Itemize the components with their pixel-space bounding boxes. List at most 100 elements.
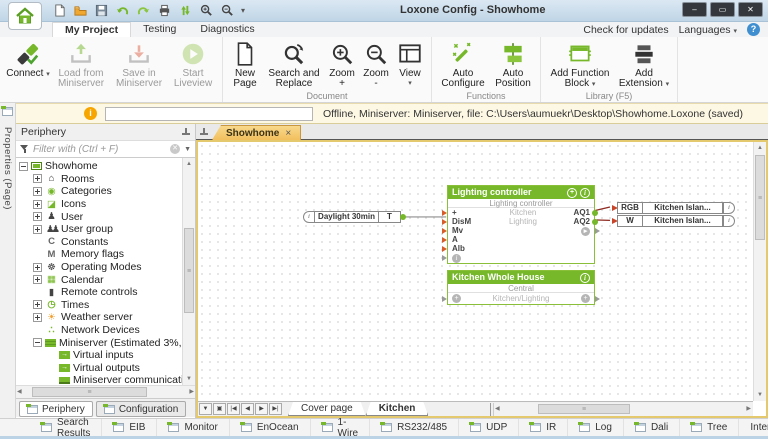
tree-vertical-scrollbar[interactable]: ▲ ≡ ▼ [182,158,195,385]
expand-icon[interactable] [33,263,42,272]
canvas-vertical-scrollbar[interactable]: ▲ ≡ ▼ [753,142,766,401]
tab-tree[interactable]: Tree [680,419,739,436]
properties-page-vertical-tab[interactable]: Properties (Page) [2,127,13,210]
input-port[interactable] [442,246,447,252]
scrollbar-thumb[interactable]: ≡ [755,155,765,240]
tree-filter[interactable]: Filter with (Ctrl + F) ✕ ▼ [16,141,195,158]
output-port[interactable] [592,210,598,216]
tree-item-operating-modes[interactable]: Operating Modes [16,261,182,274]
tree-item-memory-flags[interactable]: Memory flags [16,248,182,261]
circle-info-icon[interactable] [452,254,461,263]
scroll-up-icon[interactable]: ▲ [183,158,195,170]
tree-item-user[interactable]: User [16,210,182,223]
connect-button[interactable]: Connect ▾ [4,40,52,81]
infobar-input[interactable] [105,107,313,121]
tree-item-user-group[interactable]: User group [16,223,182,236]
chevron-down-icon[interactable]: ▼ [184,146,191,153]
close-tab-icon[interactable]: × [285,128,291,139]
scroll-left-icon[interactable]: ◀ [495,404,500,415]
tab-udp[interactable]: UDP [459,419,519,436]
circle-plus-icon[interactable] [567,188,577,198]
next-page-icon[interactable]: ▶ [255,403,268,415]
prev-page-icon[interactable]: ◀ [241,403,254,415]
tree-item-miniserver-communication[interactable]: Miniserver communication [16,374,182,385]
expand-icon[interactable] [33,200,42,209]
circle-plus-icon[interactable] [581,294,590,303]
tab-rs232-485[interactable]: RS232/485 [370,419,459,436]
clear-filter-icon[interactable]: ✕ [170,144,180,154]
scrollbar-thumb[interactable]: ≡ [32,387,147,397]
page-menu-icon[interactable]: ▼ [199,403,212,415]
load-from-miniserver-button[interactable]: Load from Miniserver [52,40,110,90]
tree-item-calendar[interactable]: Calendar [16,273,182,286]
circle-info-icon[interactable] [580,273,590,283]
search-replace-button[interactable]: Search and Replace [263,40,325,90]
tab-internorm[interactable]: Internorm [739,419,768,436]
tab-eib[interactable]: EIB [102,419,157,436]
central-block[interactable]: Kitchen Whole House Central Kitchen/Ligh… [447,270,595,305]
save-in-miniserver-button[interactable]: Save in Miniserver [110,40,168,90]
page-list-icon[interactable]: ▣ [213,403,226,415]
output-ref-rgb[interactable]: RGB Kitchen Islan... i [612,202,735,214]
tab-periphery[interactable]: Periphery [19,401,93,417]
tree-item-remote-controls[interactable]: Remote controls [16,286,182,299]
input-ref-daylight[interactable]: i Daylight 30min T [303,211,406,223]
output-ref-w[interactable]: W Kitchen Islan... i [612,215,735,227]
pin-icon[interactable] [200,128,208,136]
scroll-down-icon[interactable]: ▼ [754,389,766,401]
page-tab-cover-page[interactable]: Cover page [288,402,366,416]
page-tab-kitchen[interactable]: Kitchen [366,402,429,416]
input-port[interactable] [442,255,447,261]
tab-ir[interactable]: IR [519,419,568,436]
tree-horizontal-scrollbar[interactable]: ◀ ≡ ▶ [16,385,195,398]
tree-item-icons[interactable]: Icons [16,198,182,211]
tree-item-weather-server[interactable]: Weather server [16,311,182,324]
toolbar-more-icon[interactable]: ▾ [241,6,245,15]
wiring-canvas[interactable]: i Daylight 30min T Lighting controller L… [198,142,753,401]
add-function-block-button[interactable]: Add Function Block ▾ [545,40,615,91]
auto-configure-button[interactable]: Auto Configure [436,40,490,90]
print-icon[interactable] [157,3,172,18]
tab-log[interactable]: Log [568,419,624,436]
input-port[interactable] [442,237,447,243]
last-page-icon[interactable]: ▶| [269,403,282,415]
tab-enocean[interactable]: EnOcean [230,419,311,436]
new-file-icon[interactable] [52,3,67,18]
expand-icon[interactable] [33,313,42,322]
scroll-down-icon[interactable]: ▼ [183,373,195,385]
close-button[interactable]: ✕ [738,2,763,17]
maximize-button[interactable]: ▭ [710,2,735,17]
tab-monitor[interactable]: Monitor [157,419,229,436]
tab-my-project[interactable]: My Project [52,22,131,37]
save-icon[interactable] [94,3,109,18]
input-port[interactable] [442,296,447,302]
open-folder-icon[interactable] [73,3,88,18]
scroll-left-icon[interactable]: ◀ [17,387,22,398]
view-button[interactable]: View ▾ [393,40,427,90]
circle-info-icon[interactable] [580,188,590,198]
circle-plus-icon[interactable] [452,294,461,303]
tree-item-virtual-outputs[interactable]: Virtual outputs [16,362,182,375]
output-port[interactable] [592,219,598,225]
home-button[interactable] [8,2,42,30]
input-port[interactable] [442,228,447,234]
undo-icon[interactable] [115,3,130,18]
zoom-out-icon[interactable] [220,3,235,18]
tab-1-wire[interactable]: 1-Wire [311,419,371,436]
zoom-out-button[interactable]: Zoom - [359,40,393,90]
auto-position-button[interactable]: Auto Position [490,40,536,90]
pin-icon[interactable] [182,128,190,136]
expand-icon[interactable] [33,275,42,284]
scrollbar-thumb[interactable]: ≡ [184,228,194,313]
languages-dropdown[interactable]: Languages ▾ [679,24,737,36]
tab-search-results[interactable]: Search Results [30,419,102,436]
tree-item-constants[interactable]: Constants [16,236,182,249]
sync-icon[interactable] [178,3,193,18]
zoom-in-icon[interactable] [199,3,214,18]
scroll-right-icon[interactable]: ▶ [189,387,194,398]
zoom-in-button[interactable]: Zoom + [325,40,359,90]
output-port[interactable] [595,296,600,302]
input-port[interactable] [442,210,447,216]
tab-testing[interactable]: Testing [131,22,188,37]
collapse-icon[interactable] [19,162,28,171]
